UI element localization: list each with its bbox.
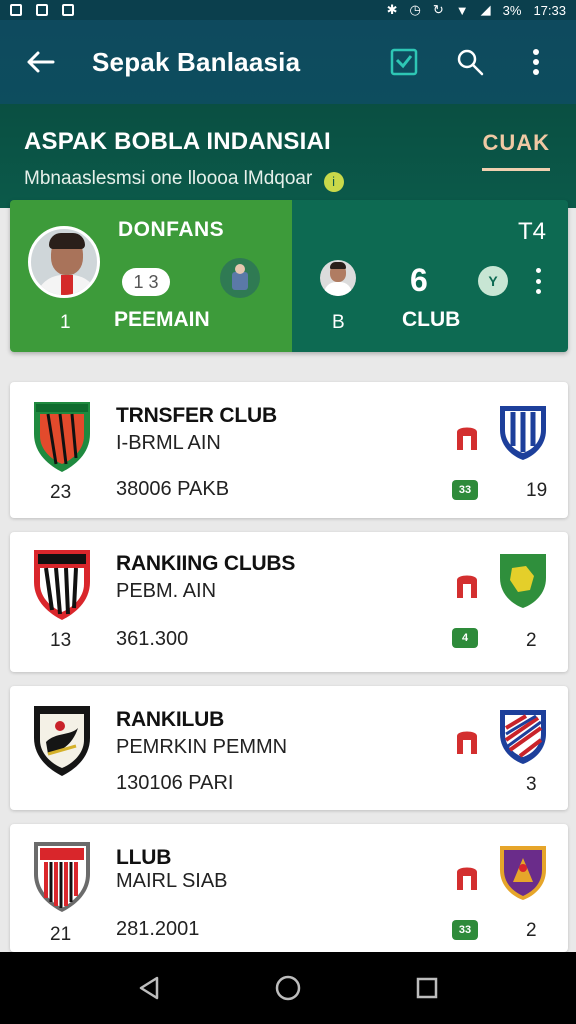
list-item[interactable]: 23 TRNSFER CLUB I-BRML AIN 38006 PAKB 33… xyxy=(10,382,568,518)
bluetooth-icon: ✱ xyxy=(386,2,398,17)
club-count: 6 xyxy=(410,262,428,298)
club-shield-icon xyxy=(500,406,546,460)
club-shield-icon xyxy=(500,554,546,608)
club-shield-icon xyxy=(500,846,546,900)
club-title: TRNSFER CLUB xyxy=(116,404,277,427)
club-value: 361.300 xyxy=(116,628,189,650)
clubs-summary[interactable]: T4 6 Y B CLUB xyxy=(292,200,568,352)
summary-card: DONFANS 1 3 1 PEEMAIN T4 6 Y B CLUB xyxy=(10,200,568,352)
more-vert-icon xyxy=(533,49,539,75)
club-title: RANKIING CLUBS xyxy=(116,552,296,575)
summary-players-label: PEEMAIN xyxy=(114,308,210,331)
summary-code: B xyxy=(332,312,345,333)
image-notification-icon xyxy=(10,4,22,16)
summary-score: T4 xyxy=(517,218,546,245)
signal-icon: ◢ xyxy=(480,2,491,17)
club-title: LLUB xyxy=(116,846,172,869)
league-subtitle-text: Mbnaaslesmsi one lloooa lMdqoar xyxy=(24,168,313,189)
league-title: ASPAK BOBLA INDANSIAI xyxy=(24,128,331,155)
bookmark-icon[interactable] xyxy=(454,726,480,756)
tab-club[interactable]: CUAK xyxy=(482,130,550,171)
club-subtitle: PEMRKIN PEMMN xyxy=(116,736,288,758)
app-title: Sepak Banlaasia xyxy=(92,46,301,77)
club-rank: 13 xyxy=(50,630,72,651)
circle-home-icon xyxy=(275,975,301,1001)
triangle-back-icon xyxy=(140,976,159,1000)
nav-home-button[interactable] xyxy=(266,966,310,1010)
club-value: 130106 PARI xyxy=(116,772,234,794)
nav-back-button[interactable] xyxy=(127,966,171,1010)
status-bar: ✱ ◷ ↻ ▼ ◢ 3% 17:33 xyxy=(0,0,576,20)
back-button[interactable] xyxy=(20,42,60,82)
club-tag: 33 xyxy=(452,480,478,500)
search-button[interactable] xyxy=(450,42,490,82)
club-crest-icon xyxy=(34,706,90,776)
clock: 17:33 xyxy=(533,2,566,18)
club-crest-icon xyxy=(34,550,90,620)
bookmark-icon[interactable] xyxy=(454,862,480,892)
list-item[interactable]: RANKILUB PEMRKIN PEMMN 130106 PARI 3 xyxy=(10,686,568,810)
summary-more-button[interactable] xyxy=(534,268,542,294)
club-subtitle: I-BRML AIN xyxy=(116,432,221,454)
club-tag: 4 xyxy=(452,628,478,648)
league-subtitle: Mbnaaslesmsi one lloooa lMdqoar i xyxy=(24,168,344,192)
battery-label: 3% xyxy=(502,2,522,18)
player-avatar xyxy=(28,226,100,298)
list-item[interactable]: 21 LLUB MAIRL SIAB 281.2001 33 2 xyxy=(10,824,568,952)
club-badge-icon: Y xyxy=(478,266,508,296)
system-nav-bar xyxy=(0,952,576,1024)
club-value: 281.2001 xyxy=(116,918,200,940)
list-item[interactable]: 13 RANKIING CLUBS PEBM. AIN 361.300 4 2 xyxy=(10,532,568,672)
app-bar: Sepak Banlaasia xyxy=(0,20,576,104)
search-icon xyxy=(457,49,484,76)
club-crest-icon xyxy=(34,842,90,912)
gallery-notification-icon xyxy=(36,4,48,16)
bookmark-icon[interactable] xyxy=(454,570,480,600)
league-header: ASPAK BOBLA INDANSIAI Mbnaaslesmsi one l… xyxy=(0,104,576,208)
arrow-left-icon xyxy=(27,51,55,73)
summary-rank: 1 xyxy=(60,312,71,333)
verified-button[interactable] xyxy=(384,42,424,82)
club-subtitle: PEBM. AIN xyxy=(116,580,217,602)
summary-pill: 1 3 xyxy=(122,268,170,296)
summary-clubs-label: CLUB xyxy=(402,308,461,331)
club-title: RANKILUB xyxy=(116,708,225,731)
alarm-icon: ◷ xyxy=(409,2,421,17)
players-summary[interactable]: DONFANS 1 3 1 PEEMAIN xyxy=(10,200,292,352)
club-count-value: 2 xyxy=(526,920,537,941)
shield-check-icon xyxy=(390,48,418,76)
club-count-value: 2 xyxy=(526,630,537,651)
club-tag: 33 xyxy=(452,920,478,940)
club-rank: 21 xyxy=(50,924,72,945)
screen-notification-icon xyxy=(62,4,74,16)
nav-recents-button[interactable] xyxy=(405,966,449,1010)
player-thumbnail xyxy=(320,260,356,296)
overflow-menu-button[interactable] xyxy=(516,42,556,82)
summary-title: DONFANS xyxy=(118,218,225,241)
club-count-value: 19 xyxy=(526,480,548,501)
player-figure-icon xyxy=(220,258,260,298)
club-subtitle: MAIRL SIAB xyxy=(116,870,228,892)
square-recents-icon xyxy=(416,977,437,999)
league-subtitle-badge: i xyxy=(323,172,344,192)
club-shield-icon xyxy=(500,710,546,764)
sync-icon: ↻ xyxy=(432,2,444,17)
club-rank: 23 xyxy=(50,482,72,503)
wifi-icon: ▼ xyxy=(455,2,469,18)
bookmark-icon[interactable] xyxy=(454,422,480,452)
club-value: 38006 PAKB xyxy=(116,478,230,500)
club-count-value: 3 xyxy=(526,774,537,795)
club-crest-icon xyxy=(34,402,90,472)
